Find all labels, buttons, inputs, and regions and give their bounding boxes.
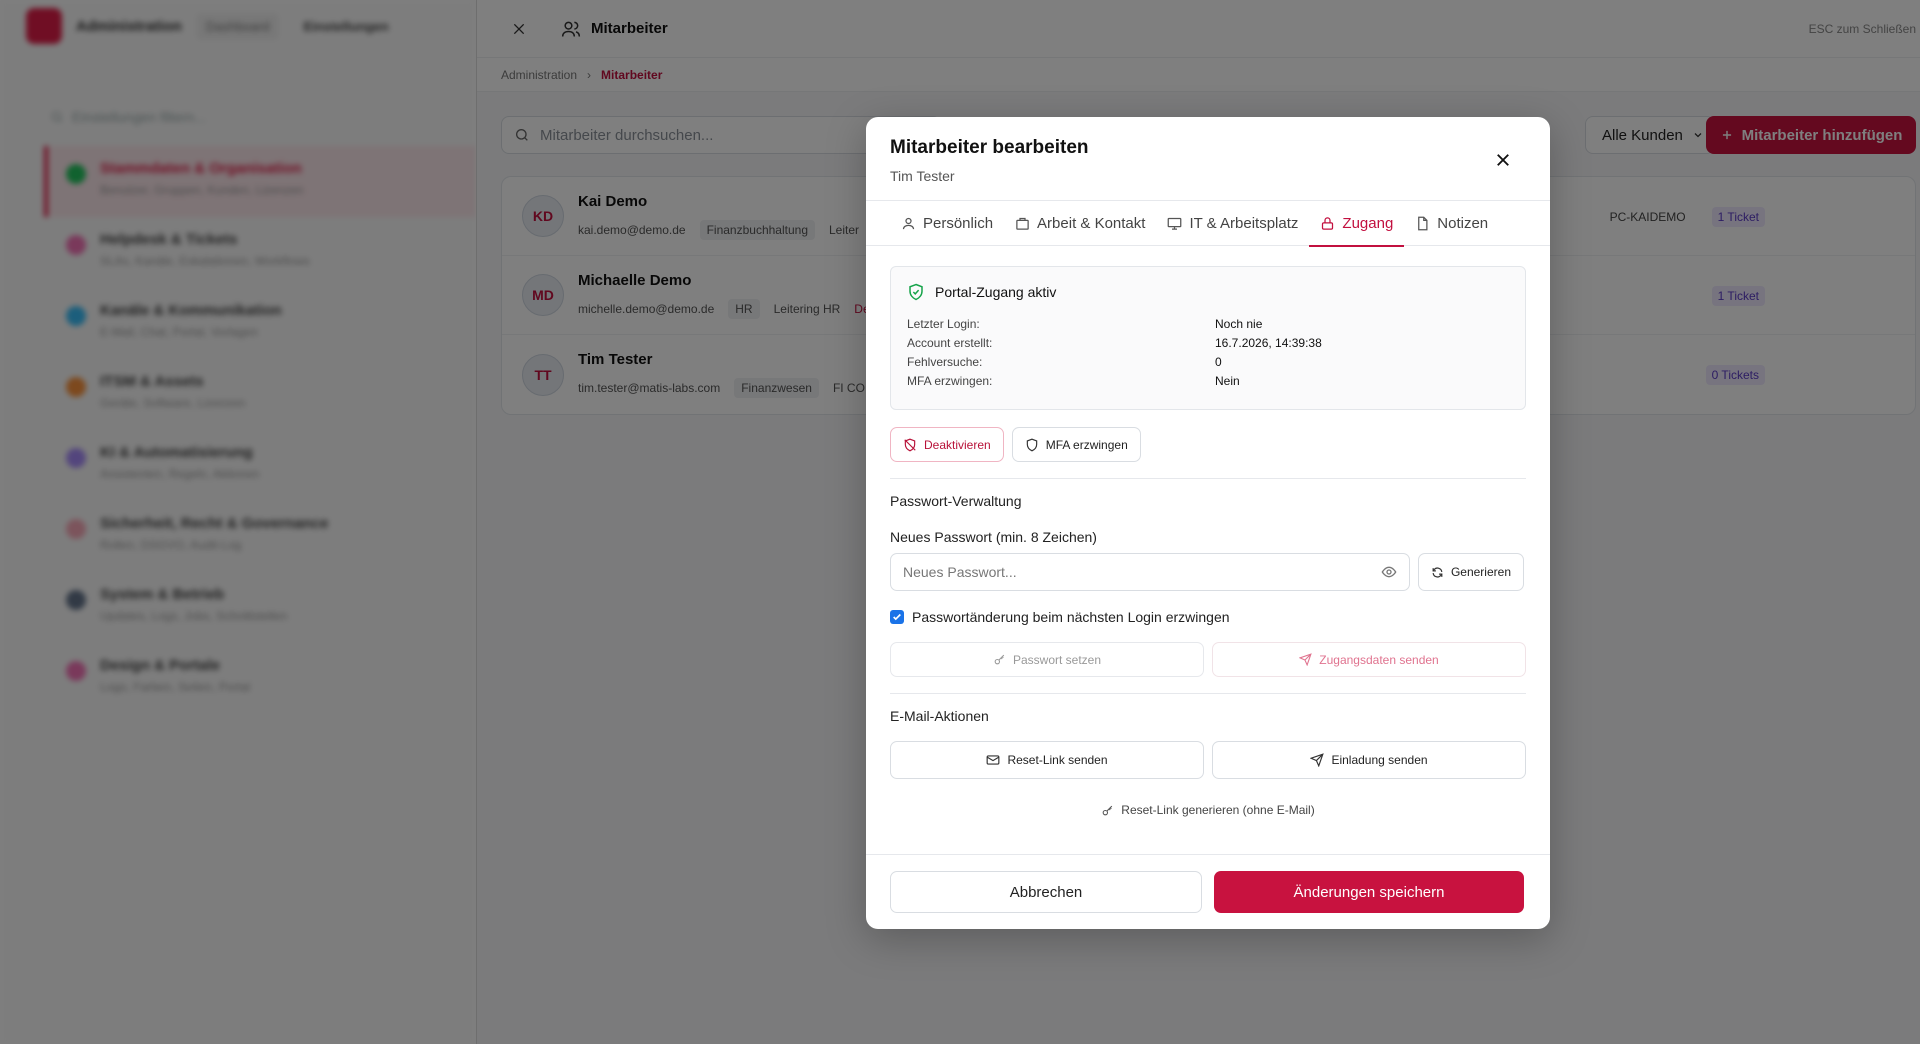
send-reset-link-button[interactable]: Reset-Link senden — [890, 741, 1204, 779]
generate-password-button[interactable]: Generieren — [1418, 553, 1524, 591]
key-icon — [994, 654, 1005, 665]
send-invitation-label: Einladung senden — [1331, 753, 1428, 767]
generate-reset-link-label: Reset-Link generieren (ohne E-Mail) — [1121, 803, 1315, 817]
close-dialog-button[interactable] — [1494, 151, 1512, 169]
tab-access[interactable]: Zugang — [1309, 201, 1405, 247]
send-icon — [1299, 653, 1313, 666]
divider — [890, 693, 1526, 694]
close-icon — [1497, 154, 1509, 166]
tab-label: Persönlich — [923, 215, 994, 232]
generate-label: Generieren — [1450, 565, 1511, 579]
send-credentials-button[interactable]: Zugangsdaten senden — [1212, 642, 1526, 677]
detail-value: 0 — [1215, 355, 1222, 369]
portal-access-title: Portal-Zugang aktiv — [935, 284, 1057, 300]
send-invitation-button[interactable]: Einladung senden — [1212, 741, 1526, 779]
file-icon — [1418, 216, 1428, 231]
new-password-input[interactable] — [903, 564, 1343, 580]
dialog-tabs: Persönlich Arbeit & Kontakt IT & Arbeits… — [866, 201, 1550, 247]
detail-key: Account erstellt: — [907, 336, 993, 350]
password-section-title: Passwort-Verwaltung — [890, 493, 1022, 509]
tab-label: Zugang — [1342, 215, 1394, 232]
deactivate-label: Deaktivieren — [924, 437, 991, 452]
detail-key: Letzter Login: — [907, 317, 980, 331]
tab-it-workplace[interactable]: IT & Arbeitsplatz — [1156, 201, 1309, 246]
key-icon — [1102, 805, 1113, 815]
tab-notes[interactable]: Notizen — [1404, 201, 1499, 246]
shield-off-icon — [904, 438, 916, 451]
new-password-field[interactable] — [890, 553, 1410, 591]
dialog-body: Portal-Zugang aktiv Letzter Login: Noch … — [866, 246, 1550, 817]
tab-label: IT & Arbeitsplatz — [1189, 215, 1299, 232]
portal-access-status: Portal-Zugang aktiv Letzter Login: Noch … — [890, 266, 1526, 410]
detail-value: Nein — [1215, 374, 1240, 388]
force-password-change-label: Passwortänderung beim nächsten Login erz… — [912, 609, 1230, 625]
access-details: Letzter Login: Noch nie Account erstellt… — [907, 317, 1509, 388]
shield-icon — [1026, 438, 1037, 451]
email-actions-title: E-Mail-Aktionen — [890, 708, 989, 724]
new-password-label: Neues Passwort (min. 8 Zeichen) — [890, 529, 1097, 545]
mail-icon — [987, 755, 1000, 765]
tab-label: Notizen — [1437, 215, 1489, 232]
save-changes-button[interactable]: Änderungen speichern — [1214, 871, 1524, 913]
dialog-header: Mitarbeiter bearbeiten Tim Tester — [866, 117, 1550, 201]
dialog-title: Mitarbeiter bearbeiten — [890, 137, 1089, 158]
tab-personal[interactable]: Persönlich — [890, 201, 1004, 246]
shield-check-icon — [909, 283, 923, 301]
lock-icon — [1322, 217, 1334, 230]
detail-key: MFA erzwingen: — [907, 374, 993, 388]
deactivate-button[interactable]: Deaktivieren — [890, 427, 1004, 462]
building-icon — [1016, 217, 1029, 230]
cancel-button[interactable]: Abbrechen — [890, 871, 1202, 913]
enforce-mfa-label: MFA erzwingen — [1045, 437, 1128, 452]
detail-value: Noch nie — [1215, 317, 1263, 331]
send-credentials-label: Zugangsdaten senden — [1319, 652, 1439, 667]
detail-key: Fehlversuche: — [907, 355, 983, 369]
force-password-change-option[interactable]: Passwortänderung beim nächsten Login erz… — [890, 609, 1526, 625]
force-password-change-checkbox[interactable] — [890, 610, 904, 624]
refresh-icon — [1432, 566, 1443, 578]
toggle-visibility-button[interactable] — [1381, 564, 1397, 580]
dialog-footer: Abbrechen Änderungen speichern — [866, 854, 1550, 929]
set-password-button[interactable]: Passwort setzen — [890, 642, 1204, 677]
user-icon — [902, 217, 915, 230]
tab-work-contact[interactable]: Arbeit & Kontakt — [1004, 201, 1156, 246]
tab-label: Arbeit & Kontakt — [1037, 215, 1146, 232]
send-icon — [1310, 753, 1325, 767]
monitor-icon — [1168, 217, 1182, 230]
dialog-subtitle: Tim Tester — [890, 168, 955, 184]
generate-reset-link-button[interactable]: Reset-Link generieren (ohne E-Mail) — [890, 803, 1526, 817]
detail-value: 16.7.2026, 14:39:38 — [1215, 336, 1322, 350]
send-reset-link-label: Reset-Link senden — [1007, 753, 1108, 767]
check-icon — [893, 613, 901, 621]
eye-icon — [1381, 566, 1397, 578]
enforce-mfa-button[interactable]: MFA erzwingen — [1011, 427, 1141, 462]
divider — [890, 478, 1526, 479]
edit-employee-dialog: Mitarbeiter bearbeiten Tim Tester Persön… — [866, 117, 1550, 929]
set-password-label: Passwort setzen — [1012, 652, 1102, 667]
